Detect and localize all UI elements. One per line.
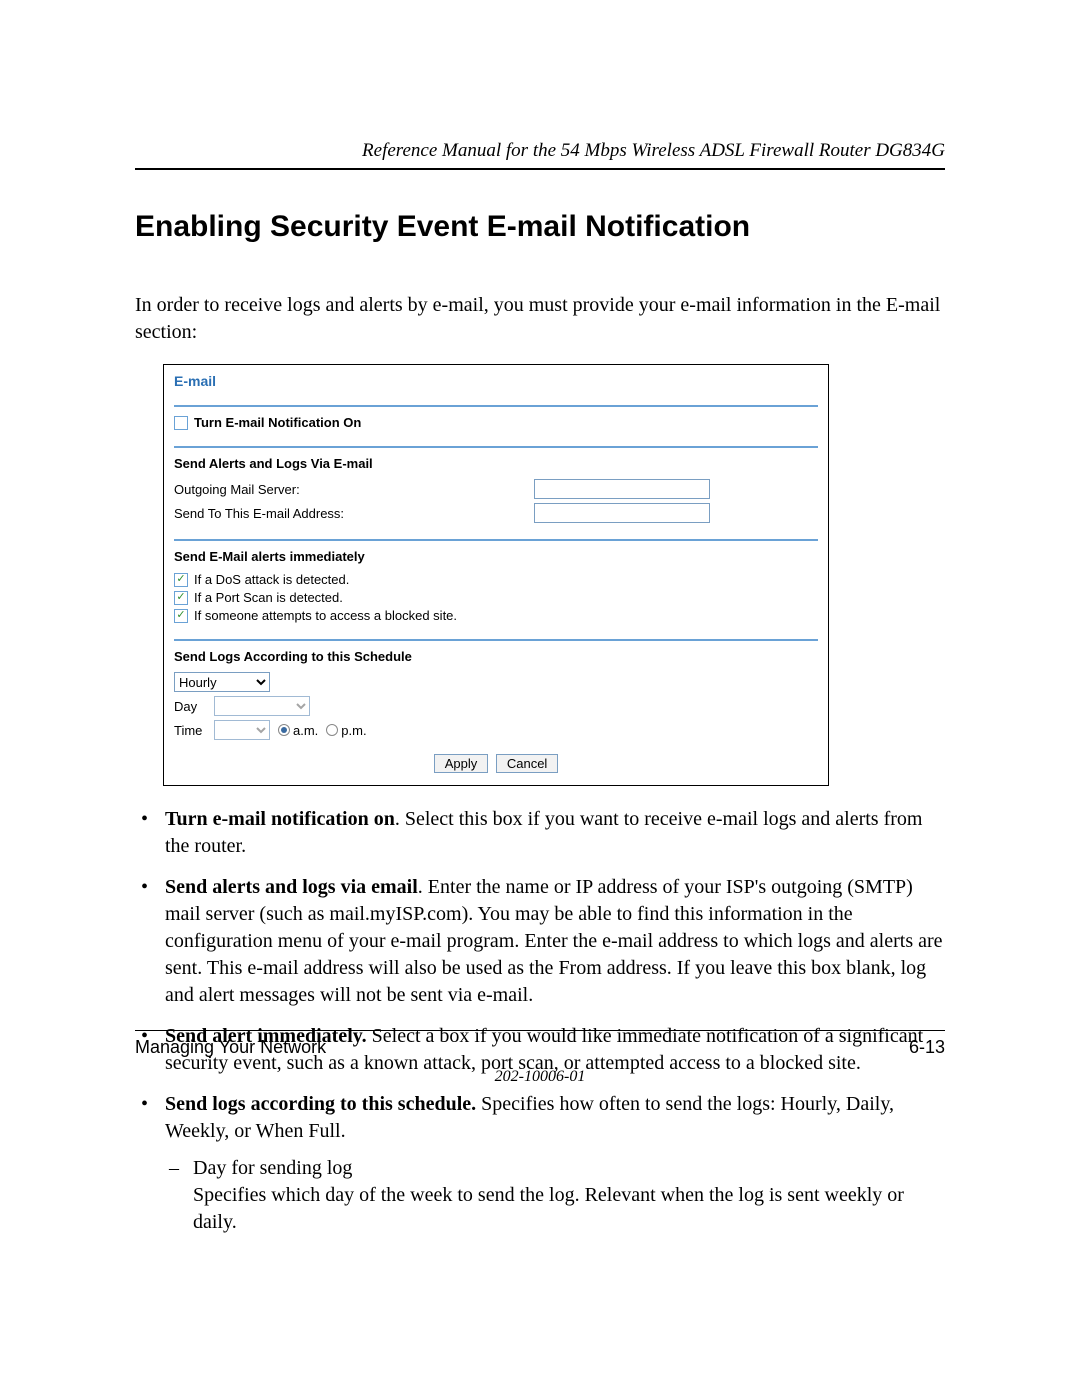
header-rule xyxy=(135,168,945,170)
immediate-item[interactable]: ✓ If a Port Scan is detected. xyxy=(174,590,818,605)
turn-on-checkbox[interactable] xyxy=(174,416,188,430)
panel-divider xyxy=(174,405,818,407)
smtp-row: Outgoing Mail Server: xyxy=(174,479,818,499)
immediate-item[interactable]: ✓ If someone attempts to access a blocke… xyxy=(174,608,818,623)
sub-list: Day for sending log Specifies which day … xyxy=(165,1155,945,1236)
bullet-lead: Send logs according to this schedule. xyxy=(165,1093,476,1115)
section-title: Enabling Security Event E-mail Notificat… xyxy=(135,210,945,244)
sub-line2: Specifies which day of the week to send … xyxy=(193,1184,904,1233)
button-bar: Apply Cancel xyxy=(174,754,818,773)
portscan-checkbox[interactable]: ✓ xyxy=(174,591,188,605)
time-label: Time xyxy=(174,723,214,738)
immediate-heading: Send E-Mail alerts immediately xyxy=(174,549,818,564)
time-row: Time a.m. p.m. xyxy=(174,720,818,740)
bullet-lead: Send alerts and logs via email xyxy=(165,876,418,898)
dos-checkbox[interactable]: ✓ xyxy=(174,573,188,587)
freq-select[interactable]: Hourly xyxy=(174,672,270,692)
footer-rule xyxy=(135,1030,945,1031)
pm-radio[interactable] xyxy=(326,724,338,736)
bullet-item: Turn e-mail notification on. Select this… xyxy=(135,806,945,860)
am-radio[interactable] xyxy=(278,724,290,736)
am-label: a.m. xyxy=(293,723,318,738)
bullet-item: Send logs according to this schedule. Sp… xyxy=(135,1091,945,1236)
intro-paragraph: In order to receive logs and alerts by e… xyxy=(135,292,945,346)
footer-right: 6-13 xyxy=(909,1037,945,1058)
freq-row: Hourly xyxy=(174,672,818,692)
turn-on-label: Turn E-mail Notification On xyxy=(194,415,361,430)
to-row: Send To This E-mail Address: xyxy=(174,503,818,523)
dos-label: If a DoS attack is detected. xyxy=(194,572,349,587)
running-header: Reference Manual for the 54 Mbps Wireles… xyxy=(135,140,945,162)
pm-label: p.m. xyxy=(341,723,366,738)
day-label: Day xyxy=(174,699,214,714)
blocked-site-label: If someone attempts to access a blocked … xyxy=(194,608,457,623)
bullet-lead: Turn e-mail notification on xyxy=(165,808,395,830)
footer-left: Managing Your Network xyxy=(135,1037,326,1058)
apply-button[interactable]: Apply xyxy=(434,754,489,773)
to-label: Send To This E-mail Address: xyxy=(174,506,534,521)
panel-divider xyxy=(174,446,818,448)
bullet-item: Send alerts and logs via email. Enter th… xyxy=(135,874,945,1009)
email-settings-panel: E-mail Turn E-mail Notification On Send … xyxy=(163,364,829,786)
alerts-logs-heading: Send Alerts and Logs Via E-mail xyxy=(174,456,818,471)
panel-title: E-mail xyxy=(174,373,818,389)
time-select[interactable] xyxy=(214,720,270,740)
panel-divider xyxy=(174,539,818,541)
page: Reference Manual for the 54 Mbps Wireles… xyxy=(0,0,1080,1397)
smtp-label: Outgoing Mail Server: xyxy=(174,482,534,497)
day-row: Day xyxy=(174,696,818,716)
smtp-input[interactable] xyxy=(534,479,710,499)
sub-item: Day for sending log Specifies which day … xyxy=(165,1155,945,1236)
day-select[interactable] xyxy=(214,696,310,716)
page-footer: Managing Your Network 6-13 202-10006-01 xyxy=(135,1020,945,1086)
panel-divider xyxy=(174,639,818,641)
to-input[interactable] xyxy=(534,503,710,523)
cancel-button[interactable]: Cancel xyxy=(496,754,558,773)
portscan-label: If a Port Scan is detected. xyxy=(194,590,343,605)
turn-on-row[interactable]: Turn E-mail Notification On xyxy=(174,415,818,430)
immediate-item[interactable]: ✓ If a DoS attack is detected. xyxy=(174,572,818,587)
sub-line1: Day for sending log xyxy=(193,1157,352,1179)
footer-docnum: 202-10006-01 xyxy=(135,1068,945,1086)
schedule-heading: Send Logs According to this Schedule xyxy=(174,649,818,664)
blocked-site-checkbox[interactable]: ✓ xyxy=(174,609,188,623)
